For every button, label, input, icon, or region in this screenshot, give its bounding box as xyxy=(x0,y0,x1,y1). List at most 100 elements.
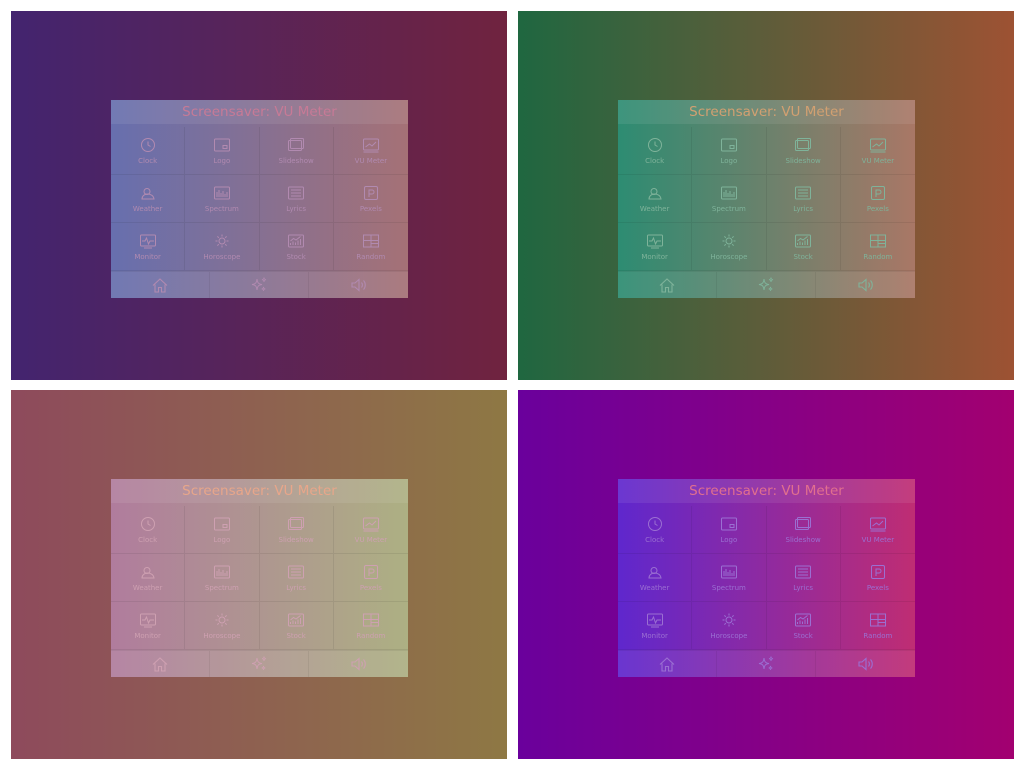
volume-button[interactable] xyxy=(816,651,915,677)
screensaver-grid: Clock Logo Slideshow VU Meter Weather Spectru… xyxy=(618,127,915,271)
tile-stock[interactable]: Stock xyxy=(259,223,334,271)
tile-stock[interactable]: Stock xyxy=(766,223,841,271)
tile-spectrum[interactable]: Spectrum xyxy=(692,175,767,223)
tile-label: Slideshow xyxy=(785,157,821,165)
tile-lyrics[interactable]: Lyrics xyxy=(259,175,334,223)
tile-logo[interactable]: Logo xyxy=(692,127,767,175)
bottom-bar xyxy=(618,271,915,298)
tile-random[interactable]: Random xyxy=(333,602,408,650)
tile-vu-meter[interactable]: VU Meter xyxy=(333,127,408,175)
tile-label: Logo xyxy=(213,536,231,544)
volume-button[interactable] xyxy=(309,651,408,677)
tile-horoscope[interactable]: Horoscope xyxy=(185,223,260,271)
sparkle-icon xyxy=(756,276,776,294)
tile-weather[interactable]: Weather xyxy=(111,175,186,223)
tile-stock[interactable]: Stock xyxy=(259,602,334,650)
screensaver-grid: Clock Logo Slideshow VU Meter Weather Spectru… xyxy=(111,127,408,271)
tile-label: Monitor xyxy=(134,253,161,261)
home-button[interactable] xyxy=(618,651,717,677)
tile-logo[interactable]: Logo xyxy=(185,127,260,175)
tile-label: Pexels xyxy=(359,205,382,213)
effects-button[interactable] xyxy=(717,651,816,677)
lyrics-icon xyxy=(287,185,305,201)
tile-label: Horoscope xyxy=(203,253,241,261)
tile-clock[interactable]: Clock xyxy=(618,127,693,175)
tile-weather[interactable]: Weather xyxy=(618,554,693,602)
tile-monitor[interactable]: Monitor xyxy=(618,223,693,271)
tile-monitor[interactable]: Monitor xyxy=(111,602,186,650)
tile-horoscope[interactable]: Horoscope xyxy=(692,602,767,650)
effects-button[interactable] xyxy=(210,272,309,298)
tile-random[interactable]: Random xyxy=(333,223,408,271)
tile-clock[interactable]: Clock xyxy=(111,506,186,554)
tile-vu-meter[interactable]: VU Meter xyxy=(333,506,408,554)
slideshow-icon xyxy=(794,516,812,532)
volume-button[interactable] xyxy=(816,272,915,298)
bottom-bar xyxy=(111,650,408,677)
vu-meter-icon xyxy=(362,137,380,153)
tile-horoscope[interactable]: Horoscope xyxy=(692,223,767,271)
tile-pexels[interactable]: Pexels xyxy=(840,175,915,223)
panel-title: Screensaver: VU Meter xyxy=(111,479,408,503)
tile-lyrics[interactable]: Lyrics xyxy=(259,554,334,602)
spectrum-icon xyxy=(720,185,738,201)
logo-icon xyxy=(213,516,231,532)
screensaver-grid: Clock Logo Slideshow VU Meter Weather Spectru… xyxy=(111,506,408,650)
tile-label: Logo xyxy=(213,157,231,165)
tile-lyrics[interactable]: Lyrics xyxy=(766,175,841,223)
tile-slideshow[interactable]: Slideshow xyxy=(259,506,334,554)
tile-weather[interactable]: Weather xyxy=(618,175,693,223)
tile-slideshow[interactable]: Slideshow xyxy=(766,506,841,554)
tile-logo[interactable]: Logo xyxy=(692,506,767,554)
tile-clock[interactable]: Clock xyxy=(111,127,186,175)
tile-clock[interactable]: Clock xyxy=(618,506,693,554)
tile-pexels[interactable]: Pexels xyxy=(840,554,915,602)
horoscope-icon xyxy=(213,612,231,628)
screensaver-grid: Clock Logo Slideshow VU Meter Weather Spectru… xyxy=(618,506,915,650)
tile-label: Clock xyxy=(645,157,665,165)
logo-icon xyxy=(720,137,738,153)
home-button[interactable] xyxy=(111,272,210,298)
tile-spectrum[interactable]: Spectrum xyxy=(185,554,260,602)
tile-spectrum[interactable]: Spectrum xyxy=(185,175,260,223)
volume-button[interactable] xyxy=(309,272,408,298)
tile-horoscope[interactable]: Horoscope xyxy=(185,602,260,650)
weather-icon xyxy=(646,564,664,580)
clock-icon xyxy=(646,137,664,153)
effects-button[interactable] xyxy=(210,651,309,677)
logo-icon xyxy=(720,516,738,532)
tile-weather[interactable]: Weather xyxy=(111,554,186,602)
tile-logo[interactable]: Logo xyxy=(185,506,260,554)
tile-slideshow[interactable]: Slideshow xyxy=(766,127,841,175)
tile-random[interactable]: Random xyxy=(840,602,915,650)
tile-label: Logo xyxy=(720,536,738,544)
tile-vu-meter[interactable]: VU Meter xyxy=(840,506,915,554)
effects-button[interactable] xyxy=(717,272,816,298)
home-button[interactable] xyxy=(111,651,210,677)
weather-icon xyxy=(646,185,664,201)
tile-label: Weather xyxy=(132,584,163,592)
clock-icon xyxy=(139,137,157,153)
tile-label: VU Meter xyxy=(861,157,895,165)
clock-icon xyxy=(139,516,157,532)
tile-label: Spectrum xyxy=(204,584,239,592)
tile-label: Horoscope xyxy=(710,632,748,640)
monitor-icon xyxy=(646,612,664,628)
tile-label: Random xyxy=(863,632,893,640)
tile-pexels[interactable]: Pexels xyxy=(333,175,408,223)
tile-monitor[interactable]: Monitor xyxy=(618,602,693,650)
monitor-icon xyxy=(139,233,157,249)
tile-spectrum[interactable]: Spectrum xyxy=(692,554,767,602)
tile-slideshow[interactable]: Slideshow xyxy=(259,127,334,175)
tile-label: Horoscope xyxy=(203,632,241,640)
tile-pexels[interactable]: Pexels xyxy=(333,554,408,602)
tile-label: Slideshow xyxy=(278,157,314,165)
stock-icon xyxy=(794,612,812,628)
tile-random[interactable]: Random xyxy=(840,223,915,271)
home-button[interactable] xyxy=(618,272,717,298)
tile-vu-meter[interactable]: VU Meter xyxy=(840,127,915,175)
tile-monitor[interactable]: Monitor xyxy=(111,223,186,271)
tile-stock[interactable]: Stock xyxy=(766,602,841,650)
vu-meter-icon xyxy=(869,137,887,153)
tile-lyrics[interactable]: Lyrics xyxy=(766,554,841,602)
